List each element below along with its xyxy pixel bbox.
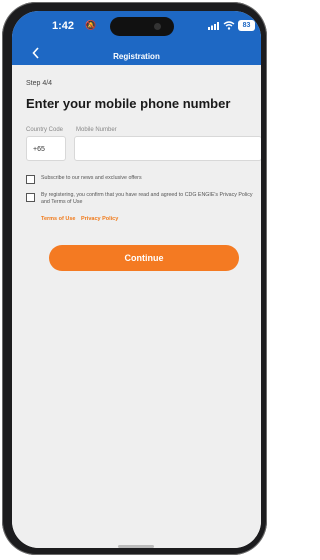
wifi-icon xyxy=(223,21,235,30)
camera-icon xyxy=(154,23,161,30)
mobile-number-label: Mobile Number xyxy=(76,127,117,133)
app-header: 1:42 🔕 83 Registration xyxy=(12,11,261,65)
agreement-checkbox[interactable] xyxy=(26,193,35,202)
signal-icon xyxy=(208,22,219,30)
battery-icon: 83 xyxy=(238,20,255,31)
continue-button[interactable]: Continue xyxy=(49,245,239,271)
form-heading: Enter your mobile phone number xyxy=(26,96,231,111)
country-code-field[interactable]: +65 xyxy=(26,136,66,161)
page-title: Registration xyxy=(113,52,160,61)
step-indicator: Step 4/4 xyxy=(26,80,53,87)
privacy-policy-link[interactable]: Privacy Policy xyxy=(81,216,118,222)
phone-frame: 1:42 🔕 83 Registration Step 4/4 Enter yo… xyxy=(2,2,267,555)
country-code-label: Country Code xyxy=(26,127,64,133)
phone-screen: 1:42 🔕 83 Registration Step 4/4 Enter yo… xyxy=(12,11,261,548)
agreement-text: By registering, you confirm that you hav… xyxy=(41,192,253,205)
mobile-number-input[interactable] xyxy=(74,136,261,161)
status-time: 1:42 xyxy=(52,20,75,32)
subscribe-checkbox[interactable] xyxy=(26,175,35,184)
subscribe-text: Subscribe to our news and exclusive offe… xyxy=(41,175,142,181)
registration-form: Step 4/4 Enter your mobile phone number … xyxy=(12,65,261,548)
notification-bell-icon: 🔕 xyxy=(85,20,97,30)
terms-of-use-link[interactable]: Terms of Use xyxy=(41,216,75,222)
dynamic-island xyxy=(110,17,174,36)
home-indicator xyxy=(118,545,154,548)
